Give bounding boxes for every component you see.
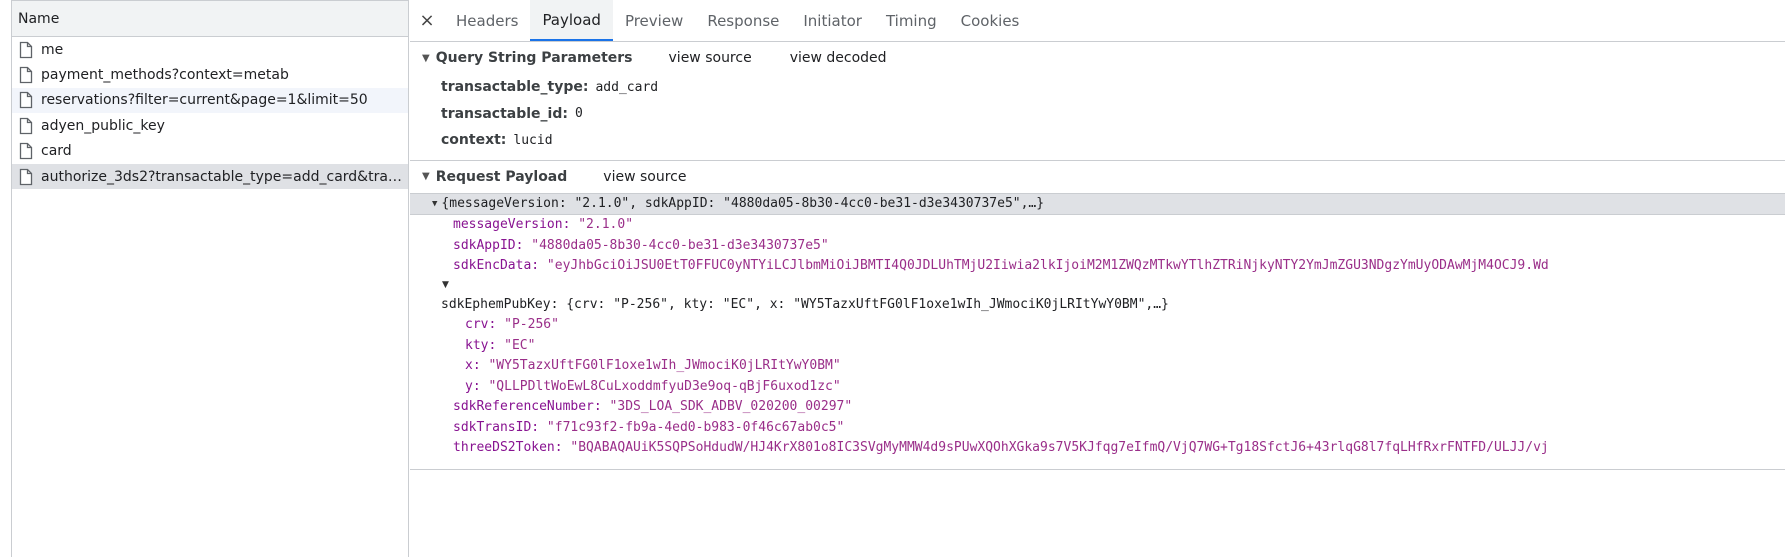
param-value: lucid xyxy=(513,132,553,148)
tab-payload[interactable]: Payload xyxy=(530,0,613,41)
request-name: adyen_public_key xyxy=(41,117,165,134)
request-name: payment_methods?context=metab xyxy=(41,67,289,84)
document-icon xyxy=(18,117,41,135)
document-icon xyxy=(18,41,41,59)
json-line: sdkTransID: "f71c93f2-fb9a-4ed0-b983-0f4… xyxy=(410,417,1785,438)
query-section-header[interactable]: ▼ Query String Parameters view source vi… xyxy=(410,42,1785,74)
query-view-source-link[interactable]: view source xyxy=(669,50,752,66)
json-key: y: xyxy=(465,378,481,394)
request-name: me xyxy=(41,41,64,58)
tab-response[interactable]: Response xyxy=(695,0,791,41)
json-line: messageVersion: "2.1.0" xyxy=(410,215,1785,236)
json-line: crv: "P-256" xyxy=(410,315,1785,336)
json-value: "WY5TazxUftFG0lF1oxe1wIh_JWmociK0jLRItYw… xyxy=(488,358,841,374)
tab-timing[interactable]: Timing xyxy=(874,0,949,41)
bottom-divider xyxy=(410,469,1785,470)
query-param-row: context: lucid xyxy=(410,127,1785,154)
request-row[interactable]: authorize_3ds2?transactable_type=add_car… xyxy=(12,163,408,190)
json-value: "P-256" xyxy=(504,317,559,333)
param-key: transactable_id: xyxy=(441,105,568,122)
json-ephem-summary: {crv: "P-256", kty: "EC", x: "WY5TazxUft… xyxy=(566,296,1169,312)
query-param-row: transactable_id: 0 xyxy=(410,101,1785,128)
tab-preview[interactable]: Preview xyxy=(613,0,695,41)
request-row[interactable]: reservations?filter=current&page=1&limit… xyxy=(12,87,408,114)
json-line: kty: "EC" xyxy=(410,335,1785,356)
json-key: sdkAppID: xyxy=(453,237,524,253)
request-row[interactable]: payment_methods?context=metab xyxy=(12,62,408,87)
triangle-down-icon[interactable]: ▼ xyxy=(422,171,430,182)
request-row[interactable]: me xyxy=(12,37,408,62)
json-value: "EC" xyxy=(504,337,536,353)
triangle-down-icon[interactable]: ▼ xyxy=(432,199,437,209)
json-key: kty: xyxy=(465,337,497,353)
json-key: messageVersion: xyxy=(453,217,571,233)
json-key: x: xyxy=(465,358,481,374)
json-value: "4880da05-8b30-4cc0-be31-d3e3430737e5" xyxy=(531,237,829,253)
param-value: add_card xyxy=(595,79,659,95)
name-column-header[interactable]: Name xyxy=(12,0,408,37)
json-line: y: "QLLPDltWoEwL8CuLxoddmfyuD3e9oq-qBjF6… xyxy=(410,376,1785,397)
document-icon xyxy=(18,168,41,186)
json-value: "QLLPDltWoEwL8CuLxoddmfyuD3e9oq-qBjF6uxo… xyxy=(488,378,841,394)
payload-section-header[interactable]: ▼ Request Payload view source xyxy=(410,161,1785,193)
json-line: threeDS2Token: "BQABAQAUiK5SQPSoHdudW/HJ… xyxy=(410,438,1785,459)
json-key: sdkEphemPubKey: xyxy=(441,296,559,312)
payload-view-source-link[interactable]: view source xyxy=(603,169,686,185)
query-section-title: Query String Parameters xyxy=(435,50,633,66)
param-key: context: xyxy=(441,132,507,149)
document-icon xyxy=(18,142,41,160)
details-tabbar: × Headers Payload Preview Response Initiator… xyxy=(410,0,1785,42)
close-icon[interactable]: × xyxy=(410,0,444,41)
json-key: sdkEncData: xyxy=(453,258,540,274)
tab-headers[interactable]: Headers xyxy=(444,0,530,41)
json-line: sdkReferenceNumber: "3DS_LOA_SDK_ADBV_02… xyxy=(410,397,1785,418)
payload-section-title: Request Payload xyxy=(435,168,568,185)
json-key: crv: xyxy=(465,317,497,333)
tab-cookies[interactable]: Cookies xyxy=(949,0,1032,41)
request-list: Name me payment_methods?context=metabrese… xyxy=(12,0,409,557)
request-row[interactable]: adyen_public_key xyxy=(12,113,408,138)
tab-initiator[interactable]: Initiator xyxy=(791,0,874,41)
json-line: x: "WY5TazxUftFG0lF1oxe1wIh_JWmociK0jLRI… xyxy=(410,356,1785,377)
left-gutter xyxy=(0,0,12,557)
triangle-down-icon[interactable]: ▼ xyxy=(410,276,1785,294)
request-name: card xyxy=(41,143,72,160)
json-root-row[interactable]: ▼ {messageVersion: "2.1.0", sdkAppID: "4… xyxy=(410,192,1785,215)
json-ephem-row[interactable]: sdkEphemPubKey: {crv: "P-256", kty: "EC"… xyxy=(410,294,1785,315)
json-value: "3DS_LOA_SDK_ADBV_020200_00297" xyxy=(609,399,853,415)
json-value: "2.1.0" xyxy=(578,217,634,233)
query-view-decoded-link[interactable]: view decoded xyxy=(790,50,887,66)
document-icon xyxy=(18,91,41,109)
json-value: "BQABAQAUiK5SQPSoHdudW/HJ4KrX801o8IC3SVg… xyxy=(570,440,1549,456)
details-panel: × Headers Payload Preview Response Initiator… xyxy=(410,0,1785,557)
json-key: sdkReferenceNumber: xyxy=(453,399,602,415)
request-name: reservations?filter=current&page=1&limit… xyxy=(41,92,368,109)
param-key: transactable_type: xyxy=(441,79,589,96)
json-value: "eyJhbGciOiJSU0EtT0FFUC0yNTYiLCJlbmMiOiJ… xyxy=(546,258,1549,274)
json-key: sdkTransID: xyxy=(453,419,540,435)
json-root-summary: {messageVersion: "2.1.0", sdkAppID: "488… xyxy=(441,196,1045,211)
request-row[interactable]: card xyxy=(12,139,408,164)
document-icon xyxy=(18,66,41,84)
query-param-row: transactable_type: add_card xyxy=(410,74,1785,101)
json-value: "f71c93f2-fb9a-4ed0-b983-0f46c67ab0c5" xyxy=(546,419,845,435)
json-line: sdkEncData: "eyJhbGciOiJSU0EtT0FFUC0yNTY… xyxy=(410,256,1785,277)
json-line: sdkAppID: "4880da05-8b30-4cc0-be31-d3e34… xyxy=(410,235,1785,256)
request-name: authorize_3ds2?transactable_type=add_car… xyxy=(41,168,408,185)
param-value: 0 xyxy=(574,106,583,122)
triangle-down-icon[interactable]: ▼ xyxy=(422,53,430,64)
json-key: threeDS2Token: xyxy=(453,440,563,456)
